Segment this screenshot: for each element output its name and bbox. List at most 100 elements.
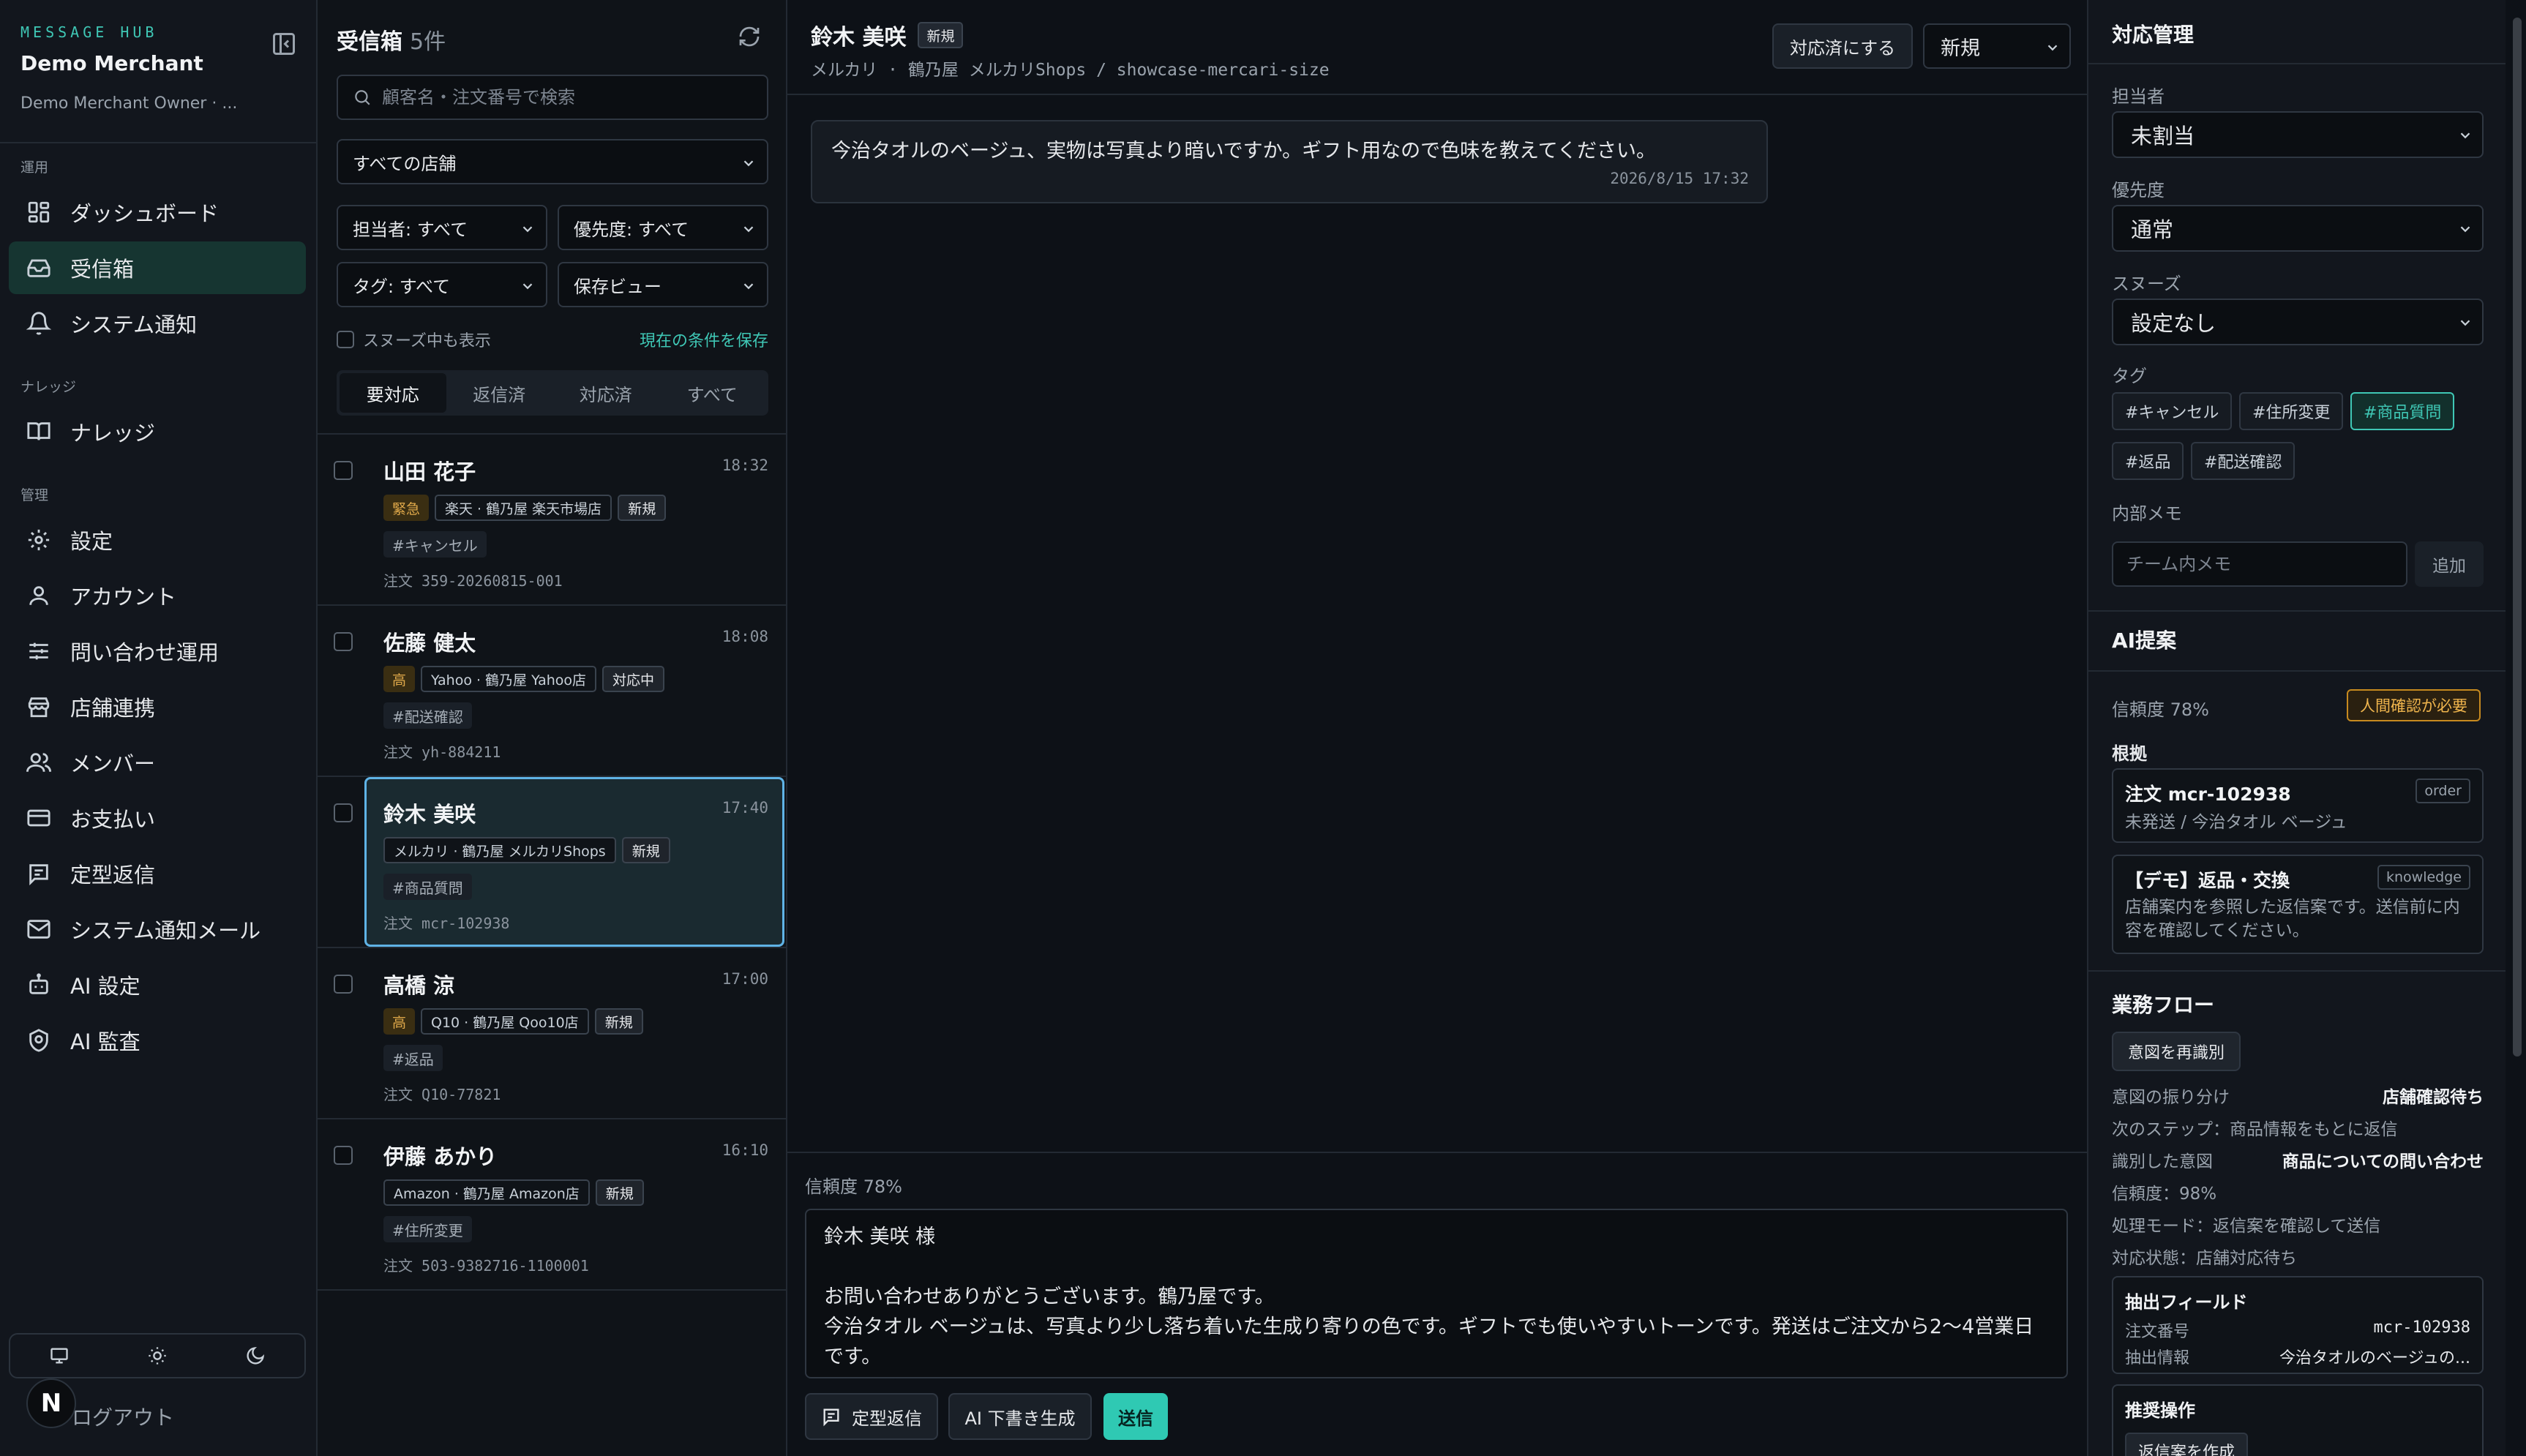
store-filter-select[interactable]: すべての店舗 [337,139,768,184]
snooze-select[interactable]: 設定なし [2112,299,2484,345]
avatar[interactable]: N [26,1378,76,1428]
panel-title: 対応管理 [2112,23,2195,47]
assignee-filter-select[interactable]: 担当者: すべて [337,205,547,250]
store-badge: Q10 · 鶴乃屋 Qoo10店 [421,1008,589,1035]
tag-toggle-cancel[interactable]: #キャンセル [2112,392,2233,430]
evidence-card-order[interactable]: 注文 mcr-102938 order 未発送 / 今治タオル ベージュ [2112,768,2484,843]
evidence-title: 【デモ】返品・交換 [2125,870,2290,891]
sidebar-item-inquiry-ops[interactable]: 問い合わせ運用 [9,625,306,678]
users-icon [26,750,51,775]
sidebar-item-ai-settings[interactable]: AI 設定 [9,958,306,1011]
ai-draft-button[interactable]: AI 下書き生成 [948,1393,1092,1440]
reply-textarea[interactable]: 鈴木 美咲 様 お問い合わせありがとうございます。鶴乃屋です。 今治タオル ベー… [805,1209,2068,1378]
ai-section-title: AI提案 [2112,628,2177,653]
template-icon [26,861,51,886]
theme-dark-button[interactable] [206,1335,304,1377]
sidebar-item-members[interactable]: メンバー [9,736,306,789]
row-checkbox[interactable] [334,632,353,651]
tab-needs-action[interactable]: 要対応 [340,373,446,413]
sidebar-item-settings[interactable]: 設定 [9,514,306,566]
conversation-item[interactable]: 伊藤 あかり 16:10 Amazon · 鶴乃屋 Amazon店 新規 #住所… [318,1119,786,1291]
sidebar-item-templates[interactable]: 定型返信 [9,847,306,900]
saved-view-select[interactable]: 保存ビュー [558,262,768,307]
snooze-toggle[interactable]: スヌーズ中も表示 [337,328,491,351]
sidebar-item-account[interactable]: アカウント [9,569,306,622]
brand-block: MESSAGE HUB Demo Merchant Demo Merchant … [20,23,299,113]
save-condition-link[interactable]: 現在の条件を保存 [640,328,768,351]
conversation-item[interactable]: 山田 花子 18:32 緊急 楽天 · 鶴乃屋 楽天市場店 新規 #キャンセル … [318,435,786,606]
conversation-item-selected[interactable]: 鈴木 美咲 17:40 メルカリ · 鶴乃屋 メルカリShops 新規 #商品質… [318,777,786,948]
status-badge: 新規 [595,1179,644,1206]
conversation-item[interactable]: 佐藤 健太 18:08 高 Yahoo · 鶴乃屋 Yahoo店 対応中 #配送… [318,606,786,777]
snooze-value: 設定なし [2131,311,2216,336]
row-checkbox[interactable] [334,975,353,994]
search-input[interactable] [382,87,752,108]
sidebar-item-store-integration[interactable]: 店舗連携 [9,680,306,733]
inbox-title: 受信箱 5件 [337,23,446,56]
badges: メルカリ · 鶴乃屋 メルカリShops 新規 [383,837,670,863]
chevron-down-icon [2045,40,2061,56]
recommend-title: 推奨操作 [2125,1400,2195,1421]
brand-eyebrow: MESSAGE HUB [20,23,158,41]
sidebar-item-ai-audit[interactable]: AI 監査 [9,1014,306,1067]
conversation-thread: 鈴木 美咲 新規 メルカリ · 鶴乃屋 メルカリShops / showcase… [787,0,2087,1456]
tag-chip: #住所変更 [383,1216,472,1242]
tag-filter-select[interactable]: タグ: すべて [337,262,547,307]
sidebar-collapse-icon[interactable] [271,31,297,57]
assignee-select[interactable]: 未割当 [2112,111,2484,158]
scrollbar[interactable] [2508,0,2526,1456]
sidebar-item-label: システム通知メール [70,918,261,943]
status-badge: 新規 [918,22,964,48]
tab-resolved[interactable]: 対応済 [552,373,659,413]
row-checkbox[interactable] [334,461,353,480]
tag-toggle-shipping[interactable]: #配送確認 [2191,442,2295,480]
tag-toggle-return[interactable]: #返品 [2112,442,2184,480]
moon-icon [245,1346,266,1366]
sidebar-item-billing[interactable]: お支払い [9,792,306,844]
create-reply-button[interactable]: 返信案を作成 [2125,1433,2249,1456]
conversation-item[interactable]: 高橋 涼 17:00 高 Q10 · 鶴乃屋 Qoo10店 新規 #返品 注文 … [318,948,786,1119]
merchant-owner[interactable]: Demo Merchant Owner · ... [20,94,299,113]
resolve-button[interactable]: 対応済にする [1772,23,1913,69]
conversation-time: 18:32 [722,457,768,474]
send-button[interactable]: 送信 [1103,1393,1168,1440]
tab-all[interactable]: すべて [659,373,766,413]
status-select[interactable]: 新規 [1923,23,2071,69]
tag-toggle-address[interactable]: #住所変更 [2239,392,2344,430]
template-reply-button[interactable]: 定型返信 [805,1393,938,1440]
row-checkbox[interactable] [334,803,353,822]
sidebar-item-knowledge[interactable]: ナレッジ [9,405,306,458]
row-checkbox[interactable] [334,1146,353,1165]
memo-add-button[interactable]: 追加 [2415,541,2484,587]
theme-light-button[interactable] [108,1335,206,1377]
refresh-icon[interactable] [738,25,761,48]
search-icon [353,88,372,107]
store-icon [26,694,51,719]
conversation-time: 17:00 [722,970,768,988]
store-badge: メルカリ · 鶴乃屋 メルカリShops [383,837,616,863]
priority-select[interactable]: 通常 [2112,205,2484,252]
sidebar-item-notice-mail[interactable]: システム通知メール [9,903,306,956]
extract-order-label: 注文番号 [2125,1323,2190,1341]
badges: Amazon · 鶴乃屋 Amazon店 新規 [383,1179,644,1206]
tab-replied[interactable]: 返信済 [446,373,553,413]
thread-customer: 鈴木 美咲 新規 [811,19,964,51]
theme-system-button[interactable] [10,1335,108,1377]
search-field[interactable] [337,75,768,120]
sidebar-item-system-notices[interactable]: システム通知 [9,297,306,350]
sidebar-item-inbox[interactable]: 受信箱 [9,241,306,294]
memo-input[interactable] [2112,541,2407,587]
sidebar-item-dashboard[interactable]: ダッシュボード [9,186,306,239]
priority-filter-select[interactable]: 優先度: すべて [558,205,768,250]
customer-name: 高橋 涼 [383,973,455,998]
dashboard-icon [26,200,51,225]
snooze-checkbox[interactable] [337,331,354,348]
divider [2088,63,2506,64]
reidentify-intent-button[interactable]: 意図を再識別 [2112,1032,2241,1071]
scrollbar-thumb[interactable] [2513,18,2522,1057]
evidence-card-knowledge[interactable]: 【デモ】返品・交換 knowledge 店舗案内を参照した返信案です。送信前に内… [2112,855,2484,954]
tag-toggle-product-question[interactable]: #商品質問 [2350,392,2455,430]
sun-icon [147,1346,168,1366]
order-number: 注文 359-20260815-001 [383,572,563,590]
sidebar-item-label: システム通知 [70,312,198,337]
